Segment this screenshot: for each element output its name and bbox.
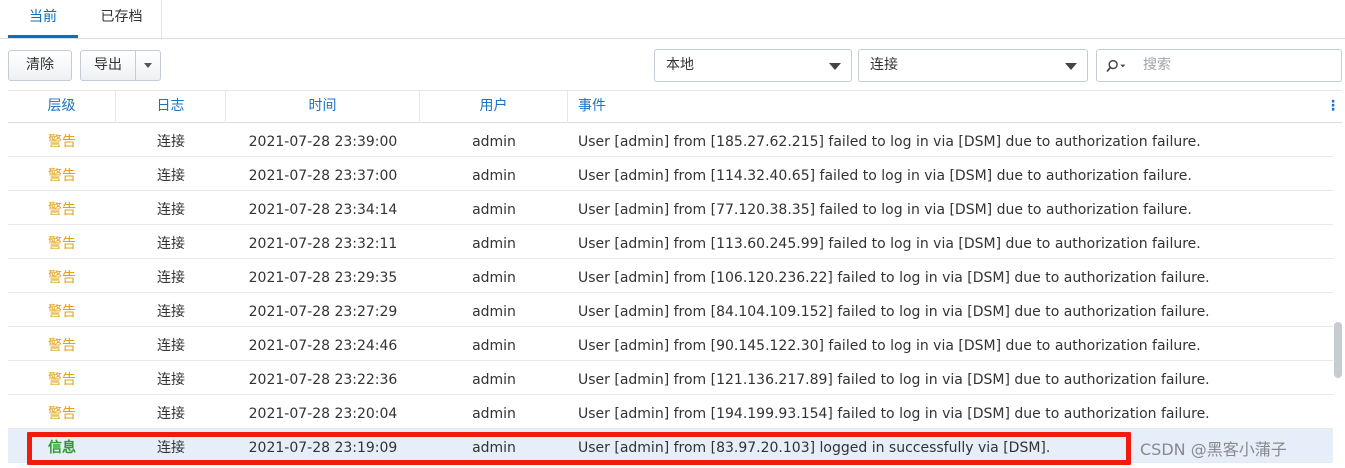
event-cell: User [admin] from [114.32.40.65] failed … bbox=[578, 168, 1192, 184]
table-row[interactable]: 警告 连接 2021-07-28 23:27:29 admin User [ad… bbox=[8, 293, 1333, 327]
user-cell: admin bbox=[472, 338, 516, 354]
tab-bar: 当前 已存档 bbox=[0, 0, 1345, 39]
level-cell: 警告 bbox=[48, 202, 76, 218]
event-cell: User [admin] from [106.120.236.22] faile… bbox=[578, 270, 1210, 286]
column-header-event[interactable]: 事件 bbox=[568, 91, 1324, 123]
time-cell: 2021-07-28 23:37:00 bbox=[248, 168, 398, 184]
log-cell: 连接 bbox=[157, 338, 185, 354]
toolbar: 清除 导出 本地 连接 搜索 bbox=[0, 39, 1345, 90]
table-row[interactable]: 警告 连接 2021-07-28 23:32:11 admin User [ad… bbox=[8, 225, 1333, 259]
highlight-box bbox=[27, 432, 1131, 465]
grid-header: 层级 日志 时间 用户 事件 ⋮ bbox=[8, 90, 1342, 123]
search-field[interactable]: 搜索 bbox=[1096, 49, 1342, 82]
user-cell: admin bbox=[472, 168, 516, 184]
log-type-select-value: 连接 bbox=[870, 57, 898, 73]
time-cell: 2021-07-28 23:39:00 bbox=[248, 134, 398, 150]
log-type-select[interactable]: 连接 bbox=[858, 49, 1088, 82]
log-cell: 连接 bbox=[157, 270, 185, 286]
log-cell: 连接 bbox=[157, 236, 185, 252]
log-cell: 连接 bbox=[157, 406, 185, 422]
time-cell: 2021-07-28 23:29:35 bbox=[248, 270, 398, 286]
clear-button[interactable]: 清除 bbox=[8, 50, 72, 81]
log-cell: 连接 bbox=[157, 372, 185, 388]
time-cell: 2021-07-28 23:24:46 bbox=[248, 338, 398, 354]
time-cell: 2021-07-28 23:32:11 bbox=[248, 236, 398, 252]
location-select-value: 本地 bbox=[666, 57, 694, 73]
export-menu-button[interactable] bbox=[135, 50, 161, 81]
column-header-time[interactable]: 时间 bbox=[226, 91, 420, 123]
event-cell: User [admin] from [77.120.38.35] failed … bbox=[578, 202, 1192, 218]
event-cell: User [admin] from [90.145.122.30] failed… bbox=[578, 338, 1201, 354]
level-cell: 警告 bbox=[48, 304, 76, 320]
event-cell: User [admin] from [194.199.93.154] faile… bbox=[578, 406, 1210, 422]
time-cell: 2021-07-28 23:20:04 bbox=[248, 406, 398, 422]
user-cell: admin bbox=[472, 372, 516, 388]
time-cell: 2021-07-28 23:34:14 bbox=[248, 202, 398, 218]
level-cell: 警告 bbox=[48, 372, 76, 388]
time-cell: 2021-07-28 23:22:36 bbox=[248, 372, 398, 388]
tab-current[interactable]: 当前 bbox=[8, 0, 78, 38]
event-cell: User [admin] from [185.27.62.215] failed… bbox=[578, 134, 1201, 150]
event-cell: User [admin] from [121.136.217.89] faile… bbox=[578, 372, 1210, 388]
log-cell: 连接 bbox=[157, 168, 185, 184]
table-row[interactable]: 警告 连接 2021-07-28 23:29:35 admin User [ad… bbox=[8, 259, 1333, 293]
log-cell: 连接 bbox=[157, 134, 185, 150]
chevron-down-icon bbox=[144, 62, 152, 68]
table-row[interactable]: 警告 连接 2021-07-28 23:37:00 admin User [ad… bbox=[8, 157, 1333, 191]
location-select[interactable]: 本地 bbox=[654, 49, 852, 82]
level-cell: 警告 bbox=[48, 134, 76, 150]
column-header-level[interactable]: 层级 bbox=[8, 91, 116, 123]
kebab-menu-icon[interactable]: ⋮ bbox=[1324, 91, 1342, 123]
log-cell: 连接 bbox=[157, 202, 185, 218]
log-cell: 连接 bbox=[157, 304, 185, 320]
user-cell: admin bbox=[472, 202, 516, 218]
table-row[interactable]: 警告 连接 2021-07-28 23:39:00 admin User [ad… bbox=[8, 123, 1333, 157]
event-cell: User [admin] from [113.60.245.99] failed… bbox=[578, 236, 1201, 252]
vertical-scrollbar[interactable] bbox=[1333, 123, 1342, 468]
user-cell: admin bbox=[472, 270, 516, 286]
table-row[interactable]: 警告 连接 2021-07-28 23:22:36 admin User [ad… bbox=[8, 361, 1333, 395]
search-icon[interactable] bbox=[1106, 56, 1126, 76]
watermark-text: CSDN @黑客小蒲子 bbox=[1140, 440, 1287, 459]
table-row[interactable]: 警告 连接 2021-07-28 23:34:14 admin User [ad… bbox=[8, 191, 1333, 225]
chevron-down-icon bbox=[1065, 63, 1077, 70]
search-placeholder: 搜索 bbox=[1143, 57, 1171, 73]
user-cell: admin bbox=[472, 304, 516, 320]
level-cell: 警告 bbox=[48, 406, 76, 422]
user-cell: admin bbox=[472, 134, 516, 150]
user-cell: admin bbox=[472, 406, 516, 422]
scrollbar-thumb[interactable] bbox=[1334, 322, 1342, 378]
user-cell: admin bbox=[472, 236, 516, 252]
table-row[interactable]: 警告 连接 2021-07-28 23:24:46 admin User [ad… bbox=[8, 327, 1333, 361]
chevron-down-icon bbox=[829, 63, 841, 70]
table-row[interactable]: 警告 连接 2021-07-28 23:20:04 admin User [ad… bbox=[8, 395, 1333, 429]
time-cell: 2021-07-28 23:27:29 bbox=[248, 304, 398, 320]
event-cell: User [admin] from [84.104.109.152] faile… bbox=[578, 304, 1210, 320]
tab-archived[interactable]: 已存档 bbox=[82, 0, 162, 38]
column-header-user[interactable]: 用户 bbox=[420, 91, 568, 123]
level-cell: 警告 bbox=[48, 236, 76, 252]
level-cell: 警告 bbox=[48, 168, 76, 184]
level-cell: 警告 bbox=[48, 338, 76, 354]
level-cell: 警告 bbox=[48, 270, 76, 286]
column-header-log[interactable]: 日志 bbox=[116, 91, 226, 123]
export-button[interactable]: 导出 bbox=[80, 50, 136, 81]
